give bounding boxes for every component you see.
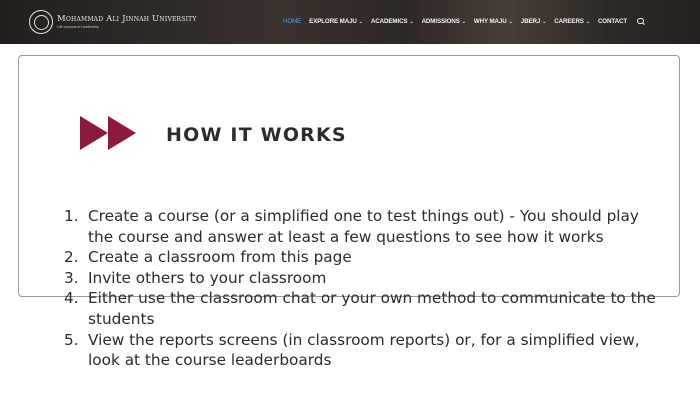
double-play-icon xyxy=(80,116,136,150)
step-number: 5. xyxy=(64,330,79,349)
nav-label: CONTACT xyxy=(597,18,628,25)
step-number: 4. xyxy=(64,289,79,308)
university-seal-icon xyxy=(29,10,53,34)
list-item: 2. Create a classroom from this page xyxy=(64,247,664,268)
list-item: 1. Create a course (or a simplified one … xyxy=(64,206,664,247)
step-text: Create a classroom from this page xyxy=(88,248,352,267)
chevron-down-icon: ⌄ xyxy=(461,18,466,25)
list-item: 4. Either use the classroom chat or your… xyxy=(64,288,664,329)
list-item: 5. View the reports screens (in classroo… xyxy=(64,330,664,371)
nav-label: WHY MAJU xyxy=(473,18,507,25)
search-icon[interactable] xyxy=(637,17,644,25)
chevron-down-icon: ⌄ xyxy=(409,18,414,25)
main-nav: HOME EXPLORE MAJU ⌄ ACADEMICS ⌄ ADMISSIONS… xyxy=(283,17,644,25)
nav-label: JBERJ xyxy=(520,18,541,25)
nav-label: EXPLORE MAJU xyxy=(309,18,357,25)
play-arrow-right xyxy=(108,116,136,150)
step-number: 2. xyxy=(64,248,79,267)
nav-item-careers[interactable]: CAREERS ⌄ xyxy=(554,18,590,25)
nav-item-jberj[interactable]: JBERJ ⌄ xyxy=(521,18,547,25)
nav-item-academics[interactable]: ACADEMICS ⌄ xyxy=(371,18,414,25)
chevron-down-icon: ⌄ xyxy=(542,18,547,25)
nav-item-home[interactable]: HOME xyxy=(283,18,301,25)
steps-list: 1. Create a course (or a simplified one … xyxy=(64,206,664,371)
nav-label: ACADEMICS xyxy=(370,18,408,25)
nav-item-admissions[interactable]: ADMISSIONS ⌄ xyxy=(422,18,466,25)
step-number: 1. xyxy=(64,207,79,225)
nav-item-explore-maju[interactable]: EXPLORE MAJU ⌄ xyxy=(309,18,363,25)
step-number: 3. xyxy=(64,268,79,287)
step-text: View the reports screens (in classroom r… xyxy=(88,330,640,370)
step-text: Invite others to your classroom xyxy=(88,268,327,287)
logo-subtitle: Life Lessons in Leadership xyxy=(57,24,99,29)
logo-name: Mohammad Ali Jinnah University xyxy=(57,14,197,24)
nav-label: ADMISSIONS xyxy=(421,18,460,25)
nav-item-contact[interactable]: CONTACT xyxy=(598,18,627,25)
chevron-down-icon: ⌄ xyxy=(508,18,513,25)
step-text: Create a course (or a simplified one to … xyxy=(88,207,639,246)
chevron-down-icon: ⌄ xyxy=(585,18,590,25)
site-header: Mohammad Ali Jinnah University Life Less… xyxy=(0,0,700,44)
university-logo[interactable]: Mohammad Ali Jinnah University Life Less… xyxy=(29,10,197,34)
list-item: 3. Invite others to your classroom xyxy=(64,268,664,289)
play-arrow-left xyxy=(80,116,108,150)
nav-item-why-maju[interactable]: WHY MAJU ⌄ xyxy=(474,18,513,25)
logo-text: Mohammad Ali Jinnah University Life Less… xyxy=(57,15,197,29)
step-text: Either use the classroom chat or your ow… xyxy=(88,289,656,328)
chevron-down-icon: ⌄ xyxy=(358,18,363,25)
nav-label: HOME xyxy=(283,18,302,25)
page-title: HOW IT WORKS xyxy=(166,124,347,146)
nav-label: CAREERS xyxy=(554,18,584,25)
